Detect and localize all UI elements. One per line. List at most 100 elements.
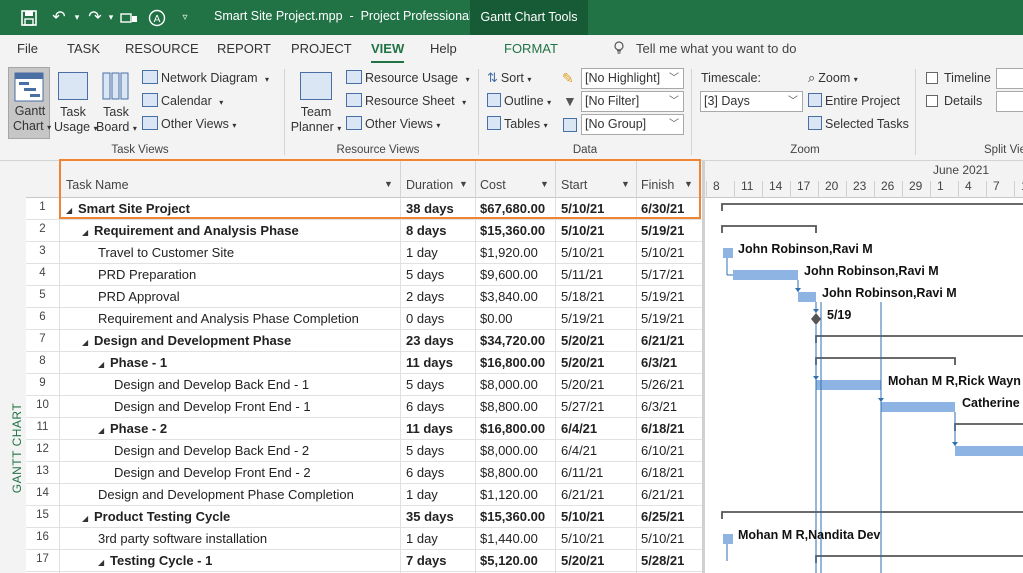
start-cell[interactable]: 6/11/21 bbox=[561, 465, 603, 480]
task-name-cell[interactable]: ◢ Phase - 1 bbox=[98, 355, 167, 370]
column-header-finish[interactable]: Finish bbox=[641, 178, 674, 192]
task-usage-button[interactable]: Task Usage ▾ bbox=[54, 67, 98, 139]
tab-format[interactable]: FORMAT bbox=[504, 41, 558, 56]
chevron-down-icon[interactable]: ▼ bbox=[540, 179, 549, 189]
network-diagram-button[interactable]: Network Diagram ▾ bbox=[142, 70, 269, 88]
column-header-duration[interactable]: Duration bbox=[406, 178, 453, 192]
cost-cell[interactable]: $16,800.00 bbox=[480, 355, 545, 370]
row-id[interactable]: 14 bbox=[26, 487, 59, 499]
duration-cell[interactable]: 6 days bbox=[406, 465, 444, 480]
timeline-select[interactable] bbox=[996, 68, 1023, 89]
finish-cell[interactable]: 6/21/21 bbox=[641, 487, 684, 502]
chevron-down-icon[interactable]: ▼ bbox=[459, 179, 468, 189]
finish-cell[interactable]: 5/17/21 bbox=[641, 267, 684, 282]
table-row[interactable]: 1 ◢ Smart Site Project 38 days $67,680.00 5/1… bbox=[26, 198, 702, 220]
finish-cell[interactable]: 5/26/21 bbox=[641, 377, 684, 392]
row-id[interactable]: 17 bbox=[26, 553, 59, 565]
table-row[interactable]: 6 Requirement and Analysis Phase Completi… bbox=[26, 308, 702, 330]
finish-cell[interactable]: 5/19/21 bbox=[641, 311, 684, 326]
start-cell[interactable]: 5/27/21 bbox=[561, 399, 604, 414]
tab-view[interactable]: VIEW bbox=[371, 41, 405, 63]
finish-cell[interactable]: 6/10/21 bbox=[641, 443, 684, 458]
task-name-cell[interactable]: 3rd party software installation bbox=[98, 531, 267, 546]
table-row[interactable]: 4 PRD Preparation 5 days $9,600.00 5/11/21 5/… bbox=[26, 264, 702, 286]
task-name-cell[interactable]: ◢ Design and Development Phase bbox=[82, 333, 291, 348]
row-id[interactable]: 9 bbox=[26, 377, 59, 389]
duration-cell[interactable]: 8 days bbox=[406, 223, 446, 238]
task-name-cell[interactable]: PRD Approval bbox=[98, 289, 180, 304]
collapse-triangle-icon[interactable]: ◢ bbox=[98, 558, 110, 567]
task-name-cell[interactable]: ◢ Phase - 2 bbox=[98, 421, 167, 436]
table-row[interactable]: 5 PRD Approval 2 days $3,840.00 5/18/21 5/19/… bbox=[26, 286, 702, 308]
duration-cell[interactable]: 5 days bbox=[406, 267, 444, 282]
row-id[interactable]: 11 bbox=[26, 421, 59, 433]
table-row[interactable]: 9 Design and Develop Back End - 1 5 days $8… bbox=[26, 374, 702, 396]
task-bar[interactable] bbox=[816, 380, 881, 390]
start-cell[interactable]: 5/20/21 bbox=[561, 377, 604, 392]
row-id[interactable]: 13 bbox=[26, 465, 59, 477]
start-cell[interactable]: 5/10/21 bbox=[561, 201, 604, 216]
group-select[interactable]: [No Group] ﹀ bbox=[581, 114, 684, 135]
table-row[interactable]: 3 Travel to Customer Site 1 day $1,920.00 5/… bbox=[26, 242, 702, 264]
finish-cell[interactable]: 6/18/21 bbox=[641, 465, 684, 480]
timescale-select[interactable]: [3] Days ﹀ bbox=[700, 91, 803, 112]
start-cell[interactable]: 5/18/21 bbox=[561, 289, 604, 304]
task-name-cell[interactable]: PRD Preparation bbox=[98, 267, 196, 282]
table-row[interactable]: 12 Design and Develop Back End - 2 5 days $… bbox=[26, 440, 702, 462]
table-row[interactable]: 2 ◢ Requirement and Analysis Phase 8 days $1… bbox=[26, 220, 702, 242]
collapse-triangle-icon[interactable]: ◢ bbox=[98, 426, 110, 435]
start-cell[interactable]: 5/20/21 bbox=[561, 553, 604, 568]
calendar-button[interactable]: Calendar ▾ bbox=[142, 93, 223, 111]
cost-cell[interactable]: $8,000.00 bbox=[480, 377, 538, 392]
cost-cell[interactable]: $5,120.00 bbox=[480, 553, 538, 568]
tables-button[interactable]: Tables ▾ bbox=[487, 116, 548, 134]
table-row[interactable]: 17 ◢ Testing Cycle - 1 7 days $5,120.00 5/20/… bbox=[26, 550, 702, 572]
chevron-down-icon[interactable]: ▼ bbox=[621, 179, 630, 189]
task-bar[interactable] bbox=[733, 270, 798, 280]
team-planner-button[interactable]: Team Planner ▾ bbox=[290, 67, 342, 139]
collapse-triangle-icon[interactable]: ◢ bbox=[82, 338, 94, 347]
finish-cell[interactable]: 6/3/21 bbox=[641, 355, 677, 370]
zoom-button[interactable]: ⌕ Zoom ▾ bbox=[808, 70, 858, 88]
customize-qat-icon[interactable]: ▿ bbox=[174, 0, 196, 35]
chevron-down-icon[interactable]: ▼ bbox=[384, 179, 393, 189]
duration-cell[interactable]: 5 days bbox=[406, 377, 444, 392]
outline-button[interactable]: Outline ▾ bbox=[487, 93, 551, 111]
row-id[interactable]: 10 bbox=[26, 399, 59, 411]
task-name-cell[interactable]: Travel to Customer Site bbox=[98, 245, 234, 260]
finish-cell[interactable]: 5/19/21 bbox=[641, 223, 684, 238]
start-cell[interactable]: 5/10/21 bbox=[561, 245, 604, 260]
duration-cell[interactable]: 23 days bbox=[406, 333, 454, 348]
start-cell[interactable]: 5/20/21 bbox=[561, 355, 604, 370]
chevron-down-icon[interactable]: ▼ bbox=[684, 179, 693, 189]
sort-button[interactable]: ⇅ Sort ▾ bbox=[487, 70, 531, 88]
duration-cell[interactable]: 6 days bbox=[406, 399, 444, 414]
tab-help[interactable]: Help bbox=[430, 41, 457, 56]
column-header-start[interactable]: Start bbox=[561, 178, 587, 192]
highlight-select[interactable]: [No Highlight] ﹀ bbox=[581, 68, 684, 89]
task-board-button[interactable]: Task Board ▾ bbox=[96, 67, 137, 139]
collapse-triangle-icon[interactable]: ◢ bbox=[98, 360, 110, 369]
details-checkbox[interactable]: Details bbox=[926, 93, 982, 109]
task-bar[interactable] bbox=[955, 446, 1023, 456]
task-name-cell[interactable]: ◢ Smart Site Project bbox=[66, 201, 190, 216]
start-cell[interactable]: 5/10/21 bbox=[561, 509, 604, 524]
tell-me-box[interactable]: Tell me what you want to do bbox=[612, 41, 796, 56]
row-id[interactable]: 6 bbox=[26, 311, 59, 323]
duration-cell[interactable]: 1 day bbox=[406, 245, 438, 260]
task-name-cell[interactable]: Design and Development Phase Completion bbox=[98, 487, 354, 502]
timeline-checkbox[interactable]: Timeline bbox=[926, 70, 991, 86]
table-row[interactable]: 13 Design and Develop Front End - 2 6 days… bbox=[26, 462, 702, 484]
table-row[interactable]: 7 ◢ Design and Development Phase 23 days $34… bbox=[26, 330, 702, 352]
accessibility-icon[interactable]: A bbox=[146, 0, 168, 35]
finish-cell[interactable]: 5/19/21 bbox=[641, 289, 684, 304]
table-row[interactable]: 16 3rd party software installation 1 day $1… bbox=[26, 528, 702, 550]
start-cell[interactable]: 5/19/21 bbox=[561, 311, 604, 326]
column-header-cost[interactable]: Cost bbox=[480, 178, 506, 192]
tab-project[interactable]: PROJECT bbox=[291, 41, 352, 56]
task-other-views-button[interactable]: Other Views ▾ bbox=[142, 116, 236, 134]
start-cell[interactable]: 6/21/21 bbox=[561, 487, 604, 502]
column-header-task-name[interactable]: Task Name bbox=[66, 178, 129, 192]
cost-cell[interactable]: $16,800.00 bbox=[480, 421, 545, 436]
row-id[interactable]: 1 bbox=[26, 201, 59, 213]
